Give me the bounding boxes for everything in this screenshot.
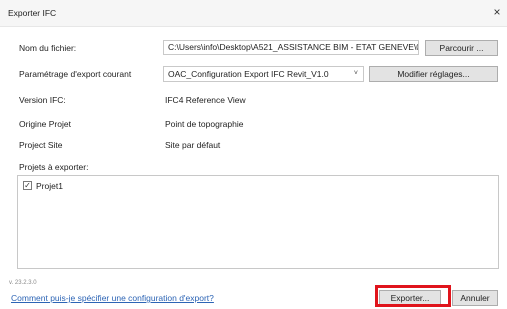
export-setup-label: Paramétrage d'export courant — [19, 69, 132, 79]
checkbox-checked-icon[interactable]: ✓ — [23, 181, 32, 190]
project-site-label: Project Site — [19, 140, 63, 150]
export-setup-value: OAC_Configuration Export IFC Revit_V1.0 — [168, 69, 329, 79]
project-site-value: Site par défaut — [165, 140, 221, 150]
title-bar: Exporter IFC × — [0, 0, 507, 27]
project-origin-label: Origine Projet — [19, 119, 71, 129]
ifc-version-value: IFC4 Reference View — [165, 95, 246, 105]
ifc-version-label: Version IFC: — [19, 95, 66, 105]
window-title: Exporter IFC — [8, 8, 57, 18]
project-origin-value: Point de topographie — [165, 119, 244, 129]
export-setup-dropdown[interactable]: OAC_Configuration Export IFC Revit_V1.0 … — [163, 66, 364, 82]
browse-button[interactable]: Parcourir ... — [425, 40, 498, 56]
export-highlight-box — [375, 285, 451, 307]
chevron-down-icon: ˅ — [353, 70, 358, 77]
projects-to-export-label: Projets à exporter: — [19, 162, 89, 172]
file-path-field[interactable]: C:\Users\info\Desktop\A521_ASSISTANCE BI… — [163, 40, 419, 55]
help-link[interactable]: Comment puis-je spécifier une configurat… — [11, 293, 214, 303]
project-name: Projet1 — [36, 181, 63, 191]
version-text: v. 23.2.3.0 — [9, 280, 37, 286]
close-icon[interactable]: × — [490, 4, 504, 20]
projects-list: ✓ Projet1 — [17, 175, 499, 269]
file-name-label: Nom du fichier: — [19, 43, 77, 53]
cancel-button[interactable]: Annuler — [452, 290, 498, 306]
modify-settings-button[interactable]: Modifier réglages... — [369, 66, 498, 82]
